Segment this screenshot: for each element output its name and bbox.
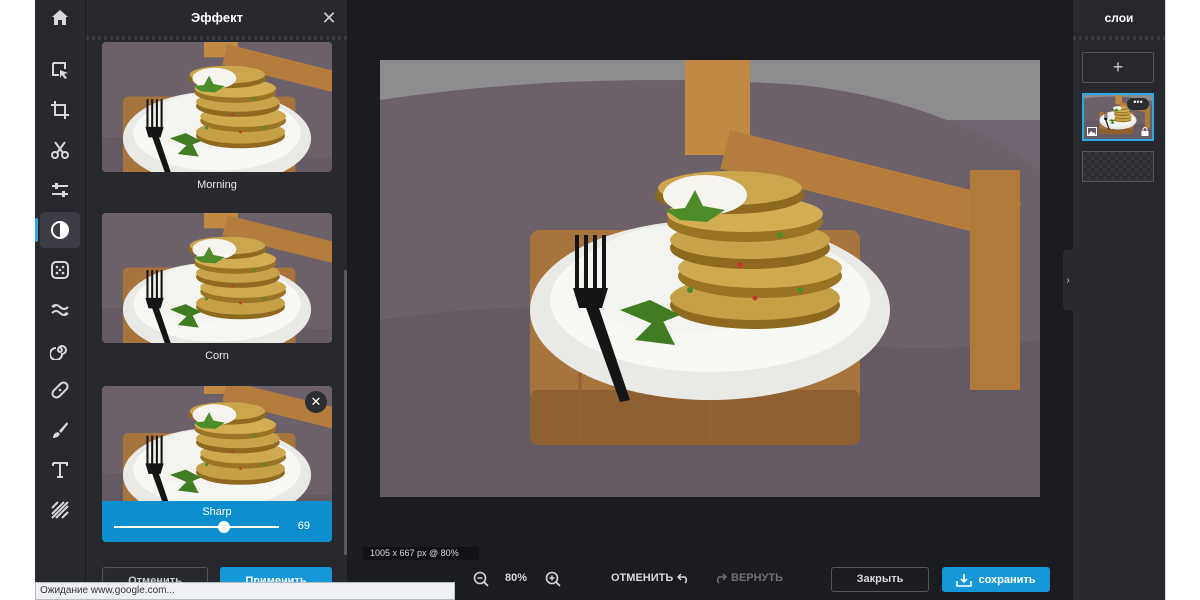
chevron-right-icon: › [1066, 274, 1070, 286]
effect-panel: Эффект ✕ Morning Corn ✕ Sharp 69 Отменит… [85, 0, 348, 600]
effect-thumbnail[interactable] [102, 213, 332, 343]
panel-title: Эффект [191, 10, 243, 25]
image-dimensions: 1005 x 667 px @ 80% [363, 547, 479, 560]
redo-button[interactable]: ВЕРНУТЬ [713, 572, 783, 584]
layer-item-empty[interactable] [1082, 151, 1154, 182]
layers-divider [1073, 36, 1165, 40]
effect-thumbnail[interactable]: ✕ [102, 386, 332, 501]
effect-card-sharp[interactable]: ✕ Sharp 69 [102, 386, 332, 542]
save-label: сохранить [978, 573, 1036, 586]
panel-divider [86, 36, 348, 40]
editor-app: Эффект ✕ Morning Corn ✕ Sharp 69 Отменит… [35, 0, 1165, 600]
effect-tool-button[interactable] [35, 212, 80, 248]
adjust-tool-button[interactable] [40, 172, 80, 208]
filter-icon [51, 261, 69, 279]
effect-icon [51, 221, 69, 239]
brush-tool-button[interactable] [40, 412, 80, 448]
undo-button[interactable]: ОТМЕНИТЬ [611, 572, 691, 584]
spiral-tool-button[interactable] [40, 332, 80, 368]
undo-icon [677, 573, 688, 584]
effect-strength-control: Sharp 69 [102, 501, 332, 542]
page-edge [1165, 0, 1166, 600]
home-icon [52, 10, 68, 25]
select-tool-button[interactable] [40, 52, 80, 88]
cut-icon [51, 141, 69, 159]
pattern-icon [51, 501, 69, 519]
download-icon [956, 573, 973, 587]
liquify-icon [51, 304, 69, 316]
crop-icon [51, 101, 69, 119]
browser-status-bar: Ожидание www.google.com... [35, 582, 455, 600]
canvas-area[interactable]: 1005 x 667 px @ 80% [347, 0, 1073, 560]
close-panel-button[interactable]: ✕ [319, 8, 339, 28]
redo-icon [716, 573, 727, 584]
undo-label: ОТМЕНИТЬ [611, 572, 674, 584]
save-button[interactable]: сохранить [942, 567, 1050, 592]
canvas-image[interactable] [380, 60, 1040, 497]
crop-tool-button[interactable] [40, 92, 80, 128]
tool-strip [35, 0, 85, 600]
zoom-out-icon [473, 571, 489, 587]
collapse-layers-button[interactable]: › [1063, 250, 1073, 310]
effect-label: Morning [197, 179, 237, 191]
zoom-level: 80% [505, 572, 528, 584]
effect-label: Corn [205, 350, 229, 362]
adjust-icon [52, 183, 68, 197]
strength-slider-handle[interactable] [218, 521, 230, 533]
layers-title: слои [1104, 11, 1134, 25]
effect-label: Sharp [202, 506, 232, 518]
remove-effect-button[interactable]: ✕ [305, 391, 327, 413]
heal-icon [51, 381, 69, 399]
effect-thumbnail[interactable] [102, 42, 332, 172]
heal-tool-button[interactable] [40, 372, 80, 408]
spiral-icon [50, 345, 67, 360]
bottom-toolbar: 80% ОТМЕНИТЬ ВЕРНУТЬ Закрыть сохранить [347, 560, 1073, 600]
text-icon [52, 462, 68, 478]
image-icon [1087, 127, 1097, 136]
text-tool-button[interactable] [40, 452, 80, 488]
more-icon[interactable]: ••• [1127, 98, 1149, 110]
select-icon [52, 62, 68, 79]
pattern-tool-button[interactable] [40, 492, 80, 528]
home-button[interactable] [35, 0, 85, 36]
zoom-in-icon [545, 571, 561, 587]
layers-panel: слои + ••• [1073, 0, 1165, 600]
close-button[interactable]: Закрыть [831, 567, 929, 592]
zoom-in-button[interactable] [544, 570, 562, 588]
effect-card-morning[interactable]: Morning [102, 42, 332, 191]
lock-icon [1141, 127, 1149, 136]
strength-slider-track[interactable] [114, 526, 279, 528]
filter-tool-button[interactable] [40, 252, 80, 288]
liquify-tool-button[interactable] [40, 292, 80, 328]
zoom-out-button[interactable] [472, 570, 490, 588]
brush-icon [53, 422, 68, 438]
cut-tool-button[interactable] [40, 132, 80, 168]
close-icon: ✕ [321, 8, 337, 28]
layer-item-image[interactable]: ••• [1082, 93, 1154, 141]
add-layer-button[interactable]: + [1082, 52, 1154, 83]
effect-card-corn[interactable]: Corn [102, 213, 332, 362]
redo-label: ВЕРНУТЬ [731, 572, 784, 584]
close-icon: ✕ [310, 394, 322, 409]
strength-value: 69 [297, 520, 310, 532]
